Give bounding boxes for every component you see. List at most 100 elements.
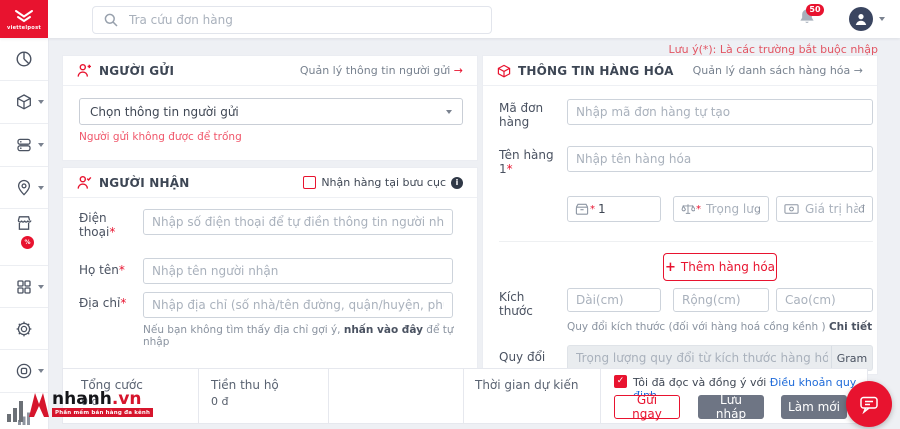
pickup-at-post-label: Nhận hàng tại bưu cục <box>321 176 446 189</box>
item-name-input-box <box>567 146 873 172</box>
converted-weight-unit: Gram <box>831 346 872 370</box>
cod-value: 0 đ <box>211 395 228 408</box>
agree-terms-checkbox[interactable]: ✓ <box>614 375 627 388</box>
item-name-label: Tên hàng 1* <box>499 148 555 176</box>
length-input[interactable] <box>568 289 660 311</box>
phone-label: Điện thoại* <box>79 211 137 239</box>
goods-title: THÔNG TIN HÀNG HÓA <box>518 64 674 78</box>
phone-input-box <box>143 209 453 235</box>
arrow-right-icon: → <box>454 64 463 77</box>
size-convert-note: Quy đổi kích thước (đối với hàng hoá cồn… <box>567 321 872 333</box>
summary-footer: Tổng cước 0 đ Tiền thu hộ 0 đ Thời gian … <box>62 368 868 424</box>
user-avatar[interactable] <box>849 7 873 31</box>
divider <box>463 369 464 423</box>
convert-label: Quy đổi <box>499 350 555 364</box>
sidebar-item-locations[interactable] <box>0 167 48 209</box>
quantity-input-box: * <box>567 196 661 222</box>
sidebar: % <box>0 38 49 429</box>
avatar-caret-icon[interactable] <box>879 17 885 21</box>
fullname-input-box <box>143 258 453 284</box>
package-icon <box>15 93 33 111</box>
quantity-input[interactable] <box>568 197 660 221</box>
size-detail-link[interactable]: Chi tiết <box>829 321 872 333</box>
sidebar-item-dashboard[interactable] <box>0 38 48 81</box>
manual-address-link[interactable]: nhấn vào đây <box>344 324 423 336</box>
info-icon[interactable]: i <box>451 177 463 189</box>
sidebar-item-settings[interactable] <box>0 308 48 350</box>
order-create-page: 50 viettelpost % <box>0 0 900 429</box>
divider <box>499 241 873 242</box>
required-fields-note: Lưu ý(*): Là các trường bắt buộc nhập <box>669 43 878 56</box>
divider <box>600 369 601 423</box>
divider <box>198 369 199 423</box>
sidebar-item-apps[interactable] <box>0 266 48 308</box>
nhanh-watermark: nhanh.vn Phần mềm bán hàng đa kênh <box>6 390 153 424</box>
receiver-person-icon <box>77 175 92 190</box>
width-input[interactable] <box>674 289 768 311</box>
sender-error: Người gửi không được để trống <box>79 131 242 143</box>
eta-label: Thời gian dự kiến <box>475 378 578 392</box>
goods-package-icon <box>497 64 511 78</box>
order-code-label: Mã đơn hàng <box>499 101 555 129</box>
order-code-input[interactable] <box>568 100 872 124</box>
weight-unit: g <box>754 203 761 216</box>
height-input[interactable] <box>777 289 872 311</box>
plus-icon: + <box>665 260 676 275</box>
height-input-box <box>776 288 873 312</box>
goods-card-header: THÔNG TIN HÀNG HÓA Quản lý danh sách hàn… <box>483 56 877 86</box>
sidebar-item-orders[interactable] <box>0 124 48 167</box>
order-list-icon <box>15 136 33 154</box>
chevron-down-icon <box>38 369 44 373</box>
address-input-box <box>143 292 453 318</box>
refresh-button[interactable]: Làm mới <box>781 395 847 419</box>
logo-text: viettelpost <box>7 24 41 30</box>
nhanh-logo-icon <box>28 392 50 418</box>
converted-weight-input <box>568 346 872 370</box>
send-now-button[interactable]: Gửi ngay <box>614 395 680 419</box>
utilities-icon <box>15 362 33 380</box>
receiver-card: NGƯỜI NHẬN Nhận hàng tại bưu cục i Điện … <box>62 167 478 373</box>
goods-card: THÔNG TIN HÀNG HÓA Quản lý danh sách hàn… <box>482 55 878 375</box>
pickup-at-post-checkbox[interactable] <box>303 176 316 189</box>
weight-input-box: * g <box>673 196 769 222</box>
sender-title: NGƯỜI GỬI <box>99 64 174 78</box>
notification-badge: 50 <box>806 4 824 16</box>
chevron-down-icon <box>446 110 452 114</box>
sidebar-item-shipments[interactable] <box>0 81 48 124</box>
order-search-box[interactable] <box>92 6 492 34</box>
size-label: Kích thước <box>499 290 555 318</box>
store-icon <box>15 214 33 232</box>
logo-bird-icon <box>11 8 37 24</box>
value-input-box: đ <box>776 196 873 222</box>
chevron-down-icon <box>38 285 44 289</box>
sender-person-icon <box>77 63 92 78</box>
sidebar-item-store[interactable]: % <box>0 209 48 266</box>
address-help: Nếu bạn không tìm thấy địa chỉ gợi ý, nh… <box>143 324 477 348</box>
phone-input[interactable] <box>144 210 452 234</box>
manage-senders-link[interactable]: Quản lý thông tin người gửi → <box>300 64 463 77</box>
sender-select[interactable]: Chọn thông tin người gửi <box>79 98 463 125</box>
location-pin-icon <box>15 179 33 197</box>
item-name-input[interactable] <box>568 147 872 171</box>
watermark-bars-icon <box>6 396 26 424</box>
chat-support-button[interactable] <box>846 381 892 427</box>
chevron-down-icon <box>38 186 44 190</box>
sidebar-item-utilities[interactable] <box>0 350 48 393</box>
sender-card: NGƯỜI GỬI Quản lý thông tin người gửi → … <box>62 55 478 161</box>
fullname-label: Họ tên* <box>79 263 137 277</box>
chevron-down-icon <box>38 143 44 147</box>
top-header: 50 <box>0 0 900 38</box>
manage-goods-link[interactable]: Quản lý danh sách hàng hóa → <box>693 64 863 77</box>
save-draft-button[interactable]: Lưu nháp <box>698 395 764 419</box>
address-input[interactable] <box>144 293 452 317</box>
address-label: Địa chỉ* <box>79 296 137 310</box>
dashboard-pie-icon <box>15 50 33 68</box>
arrow-right-icon: → <box>854 64 863 77</box>
viettelpost-logo[interactable]: viettelpost <box>0 0 48 38</box>
sale-badge-icon: % <box>21 236 34 249</box>
divider <box>328 369 329 423</box>
order-search-input[interactable] <box>127 7 481 33</box>
add-item-button[interactable]: + Thêm hàng hóa <box>663 253 777 281</box>
fullname-input[interactable] <box>144 259 452 283</box>
length-input-box <box>567 288 661 312</box>
